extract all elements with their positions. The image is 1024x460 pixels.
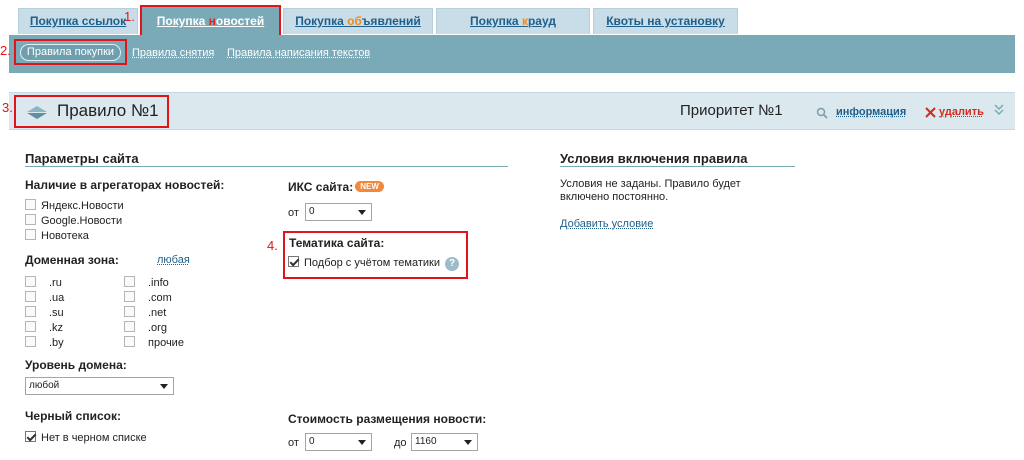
conditions-heading: Условия включения правила [560, 151, 748, 166]
zone-label: Доменная зона: [25, 253, 119, 267]
conditions-text-1: Условия не заданы. Правило будет [560, 178, 741, 190]
price-to-label: до [394, 437, 407, 449]
checkbox[interactable] [124, 276, 135, 287]
aggregator-yandex[interactable]: Яндекс.Новости [25, 199, 124, 212]
site-params-heading: Параметры сайта [25, 151, 139, 166]
aggregator-novoteka[interactable]: Новотека [25, 229, 89, 242]
expand-chevron-icon[interactable] [994, 104, 1004, 119]
domain-level-select[interactable]: любой [25, 377, 174, 395]
rule-title: Правило №1 [57, 101, 159, 120]
checkbox[interactable] [124, 291, 135, 302]
info-link[interactable]: информация [836, 106, 906, 118]
marker-1: 1. [124, 9, 135, 24]
checkbox[interactable] [25, 306, 36, 317]
checkbox-checked[interactable] [25, 431, 36, 442]
zone-net[interactable]: .net [124, 306, 166, 319]
zone-ua[interactable]: .ua [25, 291, 64, 304]
collapse-icon[interactable] [25, 104, 49, 123]
iks-from-label: от [288, 207, 299, 219]
checkbox[interactable] [25, 336, 36, 347]
add-condition-link[interactable]: Добавить условие [560, 218, 653, 230]
zone-other[interactable]: прочие [124, 336, 184, 349]
checkbox[interactable] [25, 276, 36, 287]
checkbox[interactable] [25, 199, 36, 210]
rule-priority: Приоритет №1 [680, 102, 783, 119]
topic-label: Тематика сайта: [289, 236, 385, 250]
new-badge: NEW [355, 181, 384, 192]
marker-4: 4. [267, 238, 278, 253]
marker-2: 2. [0, 43, 11, 58]
aggregator-google[interactable]: Google.Новости [25, 214, 122, 227]
price-from-label: от [288, 437, 299, 449]
checkbox[interactable] [25, 321, 36, 332]
iks-label: ИКС сайта: NEW [288, 180, 384, 194]
zone-by[interactable]: .by [25, 336, 64, 349]
checkbox[interactable] [124, 306, 135, 317]
price-to-select[interactable]: 1160 [411, 433, 478, 451]
checkbox[interactable] [25, 214, 36, 225]
topic-option[interactable]: Подбор с учётом тематики ? [288, 256, 460, 271]
help-icon[interactable]: ? [445, 257, 460, 271]
iks-from-select[interactable]: 0 [305, 203, 372, 221]
price-label: Стоимость размещения новости: [288, 412, 487, 426]
price-from-select[interactable]: 0 [305, 433, 372, 451]
zone-org[interactable]: .org [124, 321, 167, 334]
tab-label-pre: Покупка [29, 14, 82, 28]
conditions-text-2: включено постоянно. [560, 191, 669, 203]
zone-com[interactable]: .com [124, 291, 172, 304]
zone-info[interactable]: .info [124, 276, 169, 289]
zone-ru[interactable]: .ru [25, 276, 62, 289]
site-params-divider [25, 166, 508, 167]
subtab-writing-rules[interactable]: Правила написания текстов [227, 47, 370, 59]
subtab-purchase-rules[interactable]: Правила покупки [14, 39, 127, 65]
tab-buy-links[interactable]: Покупка ссылок [18, 8, 138, 34]
tab-buy-news[interactable]: Покупка новостей [140, 5, 281, 37]
tab-install-quotas[interactable]: Квоты на установку [593, 8, 738, 34]
delete-link[interactable]: удалить [939, 106, 984, 118]
conditions-divider [560, 166, 795, 167]
checkbox[interactable] [124, 321, 135, 332]
checkbox[interactable] [124, 336, 135, 347]
delete-icon [925, 107, 936, 121]
search-icon [816, 107, 828, 122]
tab-buy-crowd[interactable]: Покупка крауд [436, 8, 590, 34]
level-label: Уровень домена: [25, 358, 127, 372]
marker-3: 3. [2, 100, 13, 115]
zone-any-link[interactable]: любая [157, 254, 190, 266]
aggregators-label: Наличие в агрегаторах новостей: [25, 178, 225, 192]
zone-kz[interactable]: .kz [25, 321, 63, 334]
tab-buy-ads[interactable]: Покупка объявлений [283, 8, 433, 34]
checkbox[interactable] [25, 229, 36, 240]
subtab-removal-rules[interactable]: Правила снятия [132, 47, 214, 59]
checkbox-checked[interactable] [288, 256, 299, 267]
blacklist-label: Черный список: [25, 409, 121, 423]
blacklist-option[interactable]: Нет в черном списке [25, 431, 147, 444]
zone-su[interactable]: .su [25, 306, 64, 319]
checkbox[interactable] [25, 291, 36, 302]
